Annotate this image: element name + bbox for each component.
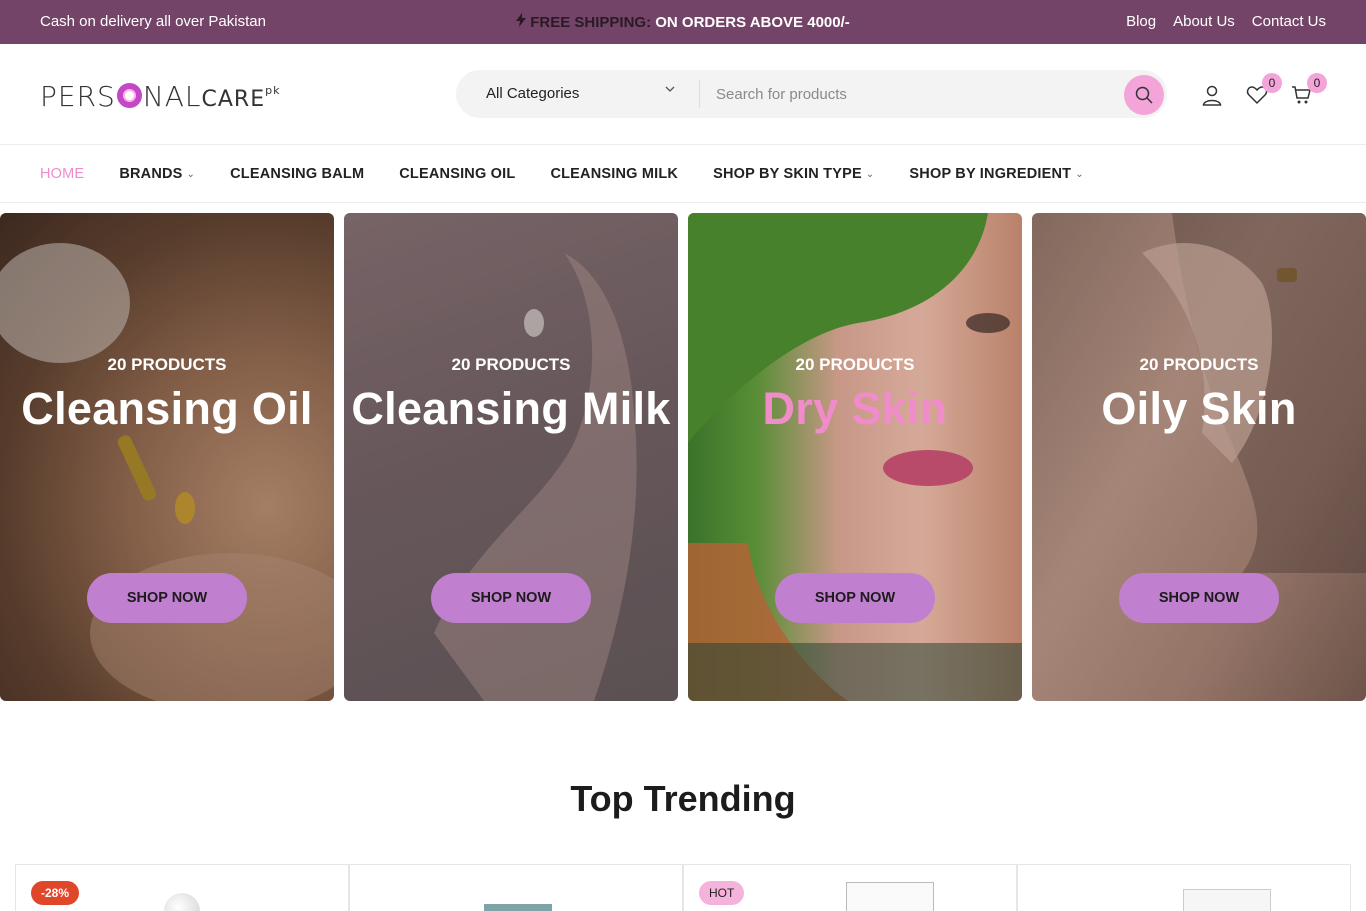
nav-item-shop-by-skin-type[interactable]: SHOP BY SKIN TYPE ⌄: [713, 166, 874, 182]
shipping-text: ON ORDERS ABOVE 4000/-: [651, 14, 850, 31]
chevron-down-icon: ⌄: [186, 168, 196, 180]
banner-title: Cleansing Oil: [21, 383, 313, 434]
banner-overlay: [344, 213, 678, 701]
logo-text-care: CARE: [201, 87, 266, 112]
contact-us-link[interactable]: Contact Us: [1252, 13, 1326, 30]
nav-item-shop-by-ingredient[interactable]: SHOP BY INGREDIENT ⌄: [909, 166, 1083, 182]
top-links: Blog About Us Contact Us: [1126, 13, 1326, 30]
search-icon: [1135, 86, 1153, 104]
search-divider: [699, 80, 700, 108]
product-image: [484, 904, 552, 911]
banner-overlay: [0, 213, 334, 701]
product-image: [164, 893, 200, 911]
banner-title: Oily Skin: [1101, 383, 1297, 434]
section-title-top-trending: Top Trending: [570, 778, 796, 819]
product-card[interactable]: HOT: [683, 864, 1017, 911]
sale-badge: -28%: [31, 881, 80, 905]
banner-product-count: 20 PRODUCTS: [107, 355, 227, 374]
banner-title: Cleansing Milk: [351, 383, 671, 434]
nav-item-cleansing-milk[interactable]: CLEANSING MILK: [550, 166, 678, 182]
cart-icon[interactable]: 0: [1291, 73, 1327, 108]
nav-item-label: CLEANSING BALM: [230, 166, 365, 182]
site-logo[interactable]: PERS NAL CARE pk: [40, 80, 281, 113]
nav-item-cleansing-balm[interactable]: CLEANSING BALM: [230, 166, 364, 182]
nav-item-cleansing-oil[interactable]: CLEANSING OIL: [399, 166, 515, 182]
nav-item-label: SHOP BY INGREDIENT: [909, 166, 1072, 182]
banner-cleansing-oil[interactable]: 20 PRODUCTS Cleansing Oil SHOP NOW: [0, 213, 334, 701]
chevron-down-icon[interactable]: [664, 83, 676, 98]
product-card[interactable]: [1017, 864, 1351, 911]
account-icon[interactable]: [1201, 84, 1225, 108]
search-input[interactable]: [716, 82, 1096, 106]
main-nav: HOME BRANDS ⌄ CLEANSING BALM CLEANSING OI…: [0, 146, 1366, 203]
nav-item-home[interactable]: HOME: [40, 166, 84, 182]
wishlist-count-badge: 0: [1262, 73, 1282, 93]
hot-badge: HOT: [699, 881, 745, 905]
banner-overlay: [688, 213, 1022, 701]
nav-item-label: HOME: [40, 166, 85, 182]
lightning-icon: [516, 13, 527, 31]
chevron-down-icon: ⌄: [865, 168, 875, 180]
cart-count-badge: 0: [1307, 73, 1327, 93]
about-us-link[interactable]: About Us: [1173, 13, 1235, 30]
top-announcement-bar: Cash on delivery all over Pakistan FREE …: [0, 0, 1366, 44]
site-header: PERS NALCAREpk All Categories 0 0: [0, 44, 1366, 145]
banner-dry-skin[interactable]: 20 PRODUCTS Dry Skin SHOP NOW: [688, 213, 1022, 701]
search-bar: All Categories: [456, 70, 1167, 118]
banner-product-count: 20 PRODUCTS: [1139, 355, 1259, 374]
banner-overlay: [1032, 213, 1366, 701]
nav-item-label: SHOP BY SKIN TYPE: [713, 166, 862, 182]
shop-now-button[interactable]: SHOP NOW: [1119, 573, 1279, 623]
nav-item-brands[interactable]: BRANDS ⌄: [119, 166, 195, 182]
nav-item-label: CLEANSING OIL: [399, 166, 516, 182]
product-card[interactable]: -28%: [15, 864, 349, 911]
shop-now-button[interactable]: SHOP NOW: [87, 573, 247, 623]
logo-text-pk: pk: [265, 84, 281, 97]
logo-o-ring-icon: [116, 83, 142, 108]
banner-product-count: 20 PRODUCTS: [795, 355, 915, 374]
search-button[interactable]: [1124, 75, 1164, 115]
category-select[interactable]: All Categories: [486, 85, 579, 102]
logo-text-pers: PERS: [40, 80, 116, 113]
shop-now-button[interactable]: SHOP NOW: [775, 573, 935, 623]
banner-oily-skin[interactable]: 20 PRODUCTS Oily Skin SHOP NOW: [1032, 213, 1366, 701]
shop-now-button[interactable]: SHOP NOW: [431, 573, 591, 623]
shipping-label: FREE SHIPPING:: [530, 14, 652, 31]
nav-item-label: BRANDS: [119, 166, 183, 182]
product-card[interactable]: [349, 864, 683, 911]
nav-item-label: CLEANSING MILK: [550, 166, 679, 182]
product-image: [1183, 889, 1271, 911]
blog-link[interactable]: Blog: [1126, 13, 1156, 30]
wishlist-icon[interactable]: 0: [1246, 73, 1282, 108]
chevron-down-icon: ⌄: [1075, 168, 1084, 180]
logo-text-nal: NAL: [142, 80, 202, 113]
banner-title: Dry Skin: [762, 383, 948, 434]
product-image: [846, 882, 934, 911]
banner-product-count: 20 PRODUCTS: [451, 355, 571, 374]
banner-cleansing-milk[interactable]: 20 PRODUCTS Cleansing Milk SHOP NOW: [344, 213, 678, 701]
